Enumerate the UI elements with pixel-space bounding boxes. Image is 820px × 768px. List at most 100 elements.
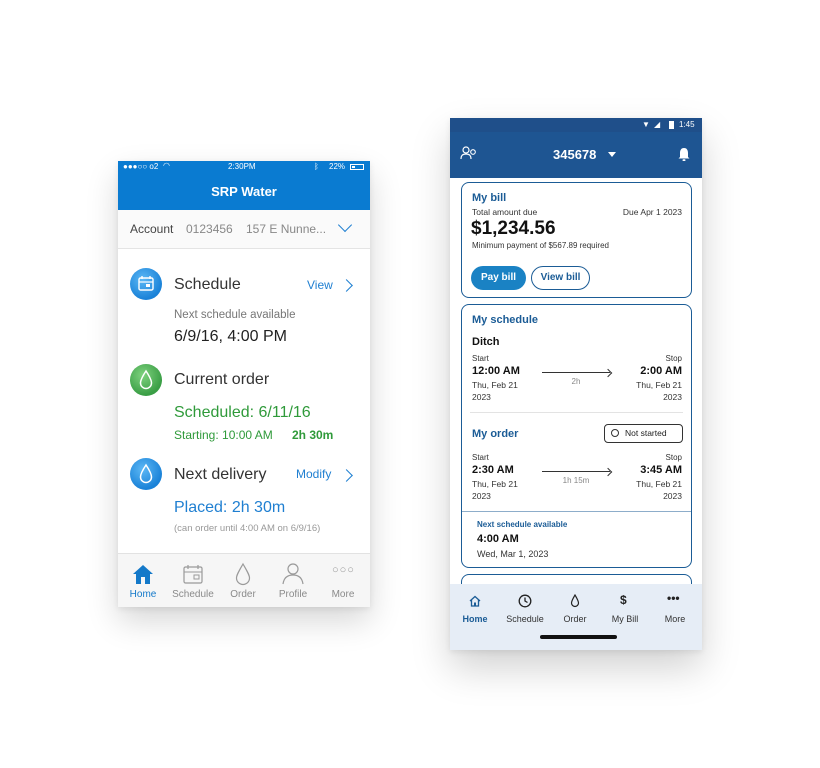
bell-icon[interactable] [677, 146, 691, 162]
gesture-handle[interactable] [540, 635, 617, 639]
more-dots-icon: ••• [667, 591, 680, 605]
nav-label: My Bill [611, 614, 639, 624]
order-deadline-note: (can order until 4:00 AM on 6/9/16) [174, 523, 321, 534]
nav-order[interactable]: Order [550, 584, 600, 634]
pay-bill-button[interactable]: Pay bill [471, 266, 526, 290]
nav-label: Schedule [506, 614, 544, 624]
ios-status-bar: ●●●○○ o2 ◠ 2:30PM ᛒ 22% [118, 161, 370, 173]
tab-label: Profile [278, 589, 308, 600]
divider [470, 412, 683, 413]
order-status: Not started [625, 428, 667, 438]
schedule-start-year: 2023 [472, 392, 491, 402]
bill-card: My bill Total amount due Due Apr 1 2023 … [461, 182, 692, 298]
chevron-right-icon[interactable] [340, 279, 353, 292]
order-start-time: 2:30 AM [472, 464, 514, 476]
battery-icon [350, 164, 364, 170]
switch-account-icon[interactable] [460, 145, 478, 161]
battery-icon [669, 121, 674, 129]
clock-icon [518, 594, 532, 608]
account-selector[interactable]: Account 0123456 157 E Nunne... [118, 210, 370, 249]
phone-srp-water-android: ▼ ◢ 1:45 345678 My bill Total amount due… [450, 118, 702, 650]
schedule-name: Ditch [472, 336, 500, 348]
current-order-duration: 2h 30m [292, 428, 334, 442]
wifi-icon: ◠ [163, 161, 170, 170]
tab-more[interactable]: ○○○ More [318, 554, 368, 607]
next-schedule-time: 4:00 AM [477, 533, 519, 545]
tab-label: Order [230, 589, 256, 600]
tab-label: Home [129, 589, 157, 600]
app-header: 345678 [450, 132, 702, 178]
schedule-duration: 2h [571, 377, 581, 386]
tab-label: Schedule [172, 589, 214, 600]
home-icon [469, 595, 481, 607]
calendar-icon [183, 565, 203, 584]
person-icon [282, 563, 304, 585]
nav-home[interactable]: Home [450, 584, 500, 634]
nav-label: More [664, 614, 686, 624]
carrier-label: ●●●○○ o2 [123, 162, 159, 171]
water-drop-icon [130, 458, 162, 490]
arrow-right-icon [603, 467, 613, 477]
duration-arrow [542, 372, 610, 373]
stop-label: Stop [665, 453, 682, 462]
water-drop-icon [235, 562, 251, 586]
next-delivery-status: Placed: 2h 30m [174, 499, 286, 516]
schedule-start-date: Thu, Feb 21 [472, 380, 518, 390]
due-date: Due Apr 1 2023 [622, 207, 682, 217]
bluetooth-icon: ᛒ [314, 162, 319, 171]
amount-due: $1,234.56 [471, 218, 556, 239]
signal-icon: ◢ [654, 120, 661, 129]
account-number: 0123456 [186, 222, 233, 236]
view-bill-button[interactable]: View bill [531, 266, 590, 290]
minimum-payment: Minimum payment of $567.89 required [472, 241, 609, 250]
tab-order[interactable]: Order [218, 554, 268, 607]
order-stop-year: 2023 [663, 491, 682, 501]
chevron-down-icon[interactable] [337, 217, 353, 233]
home-icon [133, 565, 153, 584]
account-address: 157 E Nunne... [246, 222, 327, 236]
divider [462, 511, 691, 512]
account-label: Account [130, 222, 174, 236]
current-order-start: Starting: 10:00 AM [174, 428, 273, 442]
nav-label: Home [462, 614, 488, 624]
arrow-right-icon [603, 368, 613, 378]
duration-arrow [542, 471, 610, 472]
order-start-year: 2023 [472, 491, 491, 501]
home-content[interactable]: My bill Total amount due Due Apr 1 2023 … [450, 178, 702, 616]
account-number[interactable]: 345678 [553, 147, 596, 162]
modify-link[interactable]: Modify [296, 467, 331, 481]
start-label: Start [472, 453, 489, 462]
nav-more[interactable]: ••• More [650, 584, 700, 634]
app-title: SRP Water [118, 173, 370, 210]
bill-card-title: My bill [472, 192, 507, 204]
schedule-card-title: My schedule [472, 314, 539, 326]
chevron-right-icon[interactable] [340, 469, 353, 482]
next-schedule-label: Next schedule available [174, 309, 296, 321]
tab-profile[interactable]: Profile [268, 554, 318, 607]
order-start-date: Thu, Feb 21 [472, 479, 518, 489]
tab-home[interactable]: Home [118, 554, 168, 607]
order-stop-date: Thu, Feb 21 [636, 479, 682, 489]
dollar-icon: $ [620, 593, 627, 607]
tab-label: More [331, 589, 355, 600]
wifi-icon: ▼ [642, 120, 650, 129]
tab-schedule[interactable]: Schedule [168, 554, 218, 607]
nav-my-bill[interactable]: $ My Bill [600, 584, 650, 634]
order-status-badge: Not started [604, 424, 683, 443]
schedule-title: Schedule [174, 276, 241, 293]
caret-down-icon[interactable] [608, 152, 616, 157]
water-drop-icon [130, 364, 162, 396]
schedule-view-link[interactable]: View [307, 278, 333, 292]
status-time: 1:45 [679, 120, 695, 129]
battery-percent: 22% [329, 162, 346, 171]
schedule-stop-date: Thu, Feb 21 [636, 380, 682, 390]
total-amount-label: Total amount due [472, 207, 538, 217]
nav-schedule[interactable]: Schedule [500, 584, 550, 634]
schedule-start-time: 12:00 AM [472, 365, 520, 377]
calendar-icon [130, 268, 162, 300]
more-dots-icon: ○○○ [332, 564, 355, 576]
schedule-stop-year: 2023 [663, 392, 682, 402]
status-time: 2:30PM [228, 162, 256, 171]
nav-label: Order [563, 614, 587, 624]
next-delivery-title: Next delivery [174, 466, 267, 483]
